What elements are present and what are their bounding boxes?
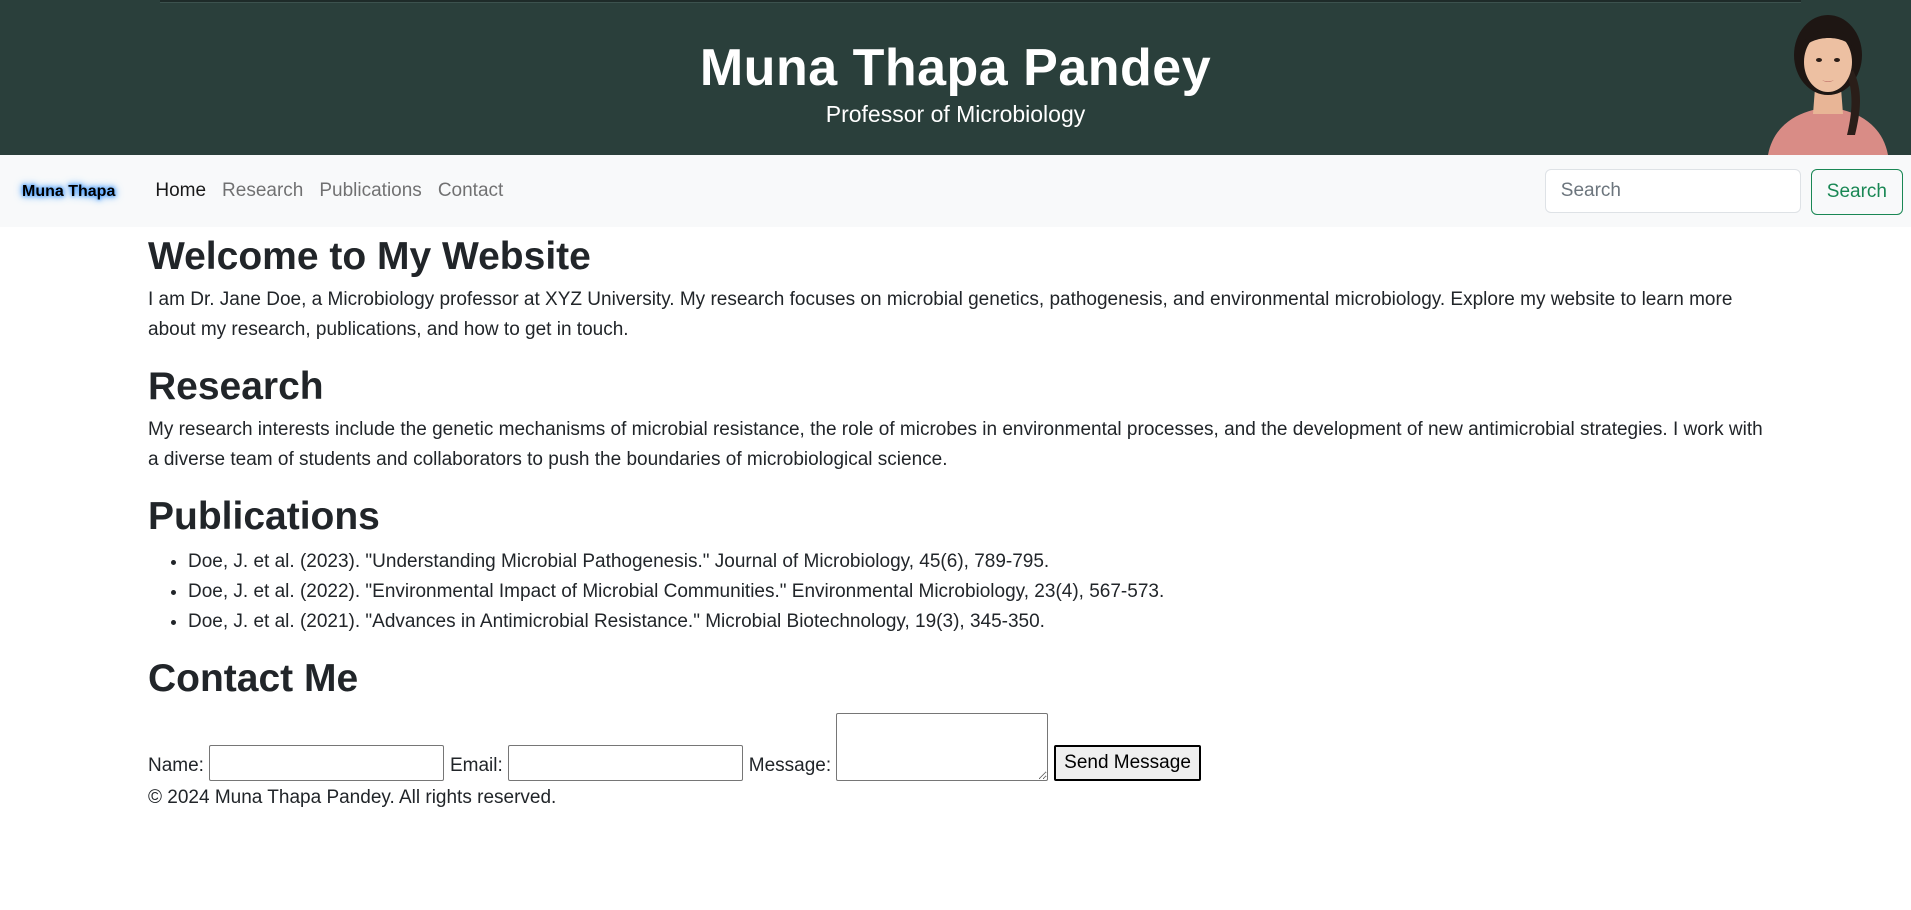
publications-list: Doe, J. et al. (2023). "Understanding Mi… xyxy=(148,547,1763,637)
publication-item: Doe, J. et al. (2021). "Advances in Anti… xyxy=(188,607,1763,637)
main-content: Welcome to My Website I am Dr. Jane Doe,… xyxy=(0,227,1911,813)
welcome-text: I am Dr. Jane Doe, a Microbiology profes… xyxy=(148,289,1733,340)
site-owner-title: Professor of Microbiology xyxy=(825,101,1086,127)
email-label: Email: xyxy=(449,755,503,776)
profile-photo xyxy=(1763,10,1893,155)
contact-section: Contact Me Name: Email: Message: Send Me… xyxy=(148,655,1763,781)
research-section: Research My research interests include t… xyxy=(148,363,1763,475)
message-field[interactable] xyxy=(836,713,1049,781)
research-heading: Research xyxy=(148,365,324,408)
research-text: My research interests include the geneti… xyxy=(148,419,1763,470)
publication-item: Doe, J. et al. (2022). "Environmental Im… xyxy=(188,577,1763,607)
publications-section: Publications Doe, J. et al. (2023). "Und… xyxy=(148,493,1763,637)
welcome-heading: Welcome to My Website xyxy=(148,235,591,278)
name-label: Name: xyxy=(148,755,204,776)
site-owner-name: Muna Thapa Pandey xyxy=(699,39,1212,97)
name-field[interactable] xyxy=(208,745,444,781)
navbar-search-form: Search xyxy=(1544,169,1903,215)
navbar: Muna Thapa Home Research Publications Co… xyxy=(0,155,1911,227)
welcome-section: Welcome to My Website I am Dr. Jane Doe,… xyxy=(148,227,1763,345)
nav-link-research[interactable]: Research xyxy=(222,180,303,202)
contact-heading: Contact Me xyxy=(148,657,359,700)
footer-copyright: © 2024 Muna Thapa Pandey. All rights res… xyxy=(148,787,557,808)
site-header: Muna Thapa Pandey Professor of Microbiol… xyxy=(0,0,1911,155)
contact-form: Name: Email: Message: Send Message xyxy=(148,713,1763,781)
email-field[interactable] xyxy=(507,745,743,781)
search-button[interactable]: Search xyxy=(1810,169,1903,215)
nav-link-home[interactable]: Home xyxy=(155,180,206,202)
nav-link-publications[interactable]: Publications xyxy=(319,180,421,202)
send-message-button[interactable]: Send Message xyxy=(1054,745,1201,781)
publications-heading: Publications xyxy=(148,495,380,538)
header-top-border xyxy=(160,0,1801,3)
navbar-brand[interactable]: Muna Thapa xyxy=(22,181,115,201)
search-input[interactable] xyxy=(1544,169,1801,213)
message-label: Message: xyxy=(748,755,832,776)
nav-link-contact[interactable]: Contact xyxy=(438,180,503,202)
publication-item: Doe, J. et al. (2023). "Understanding Mi… xyxy=(188,547,1763,577)
